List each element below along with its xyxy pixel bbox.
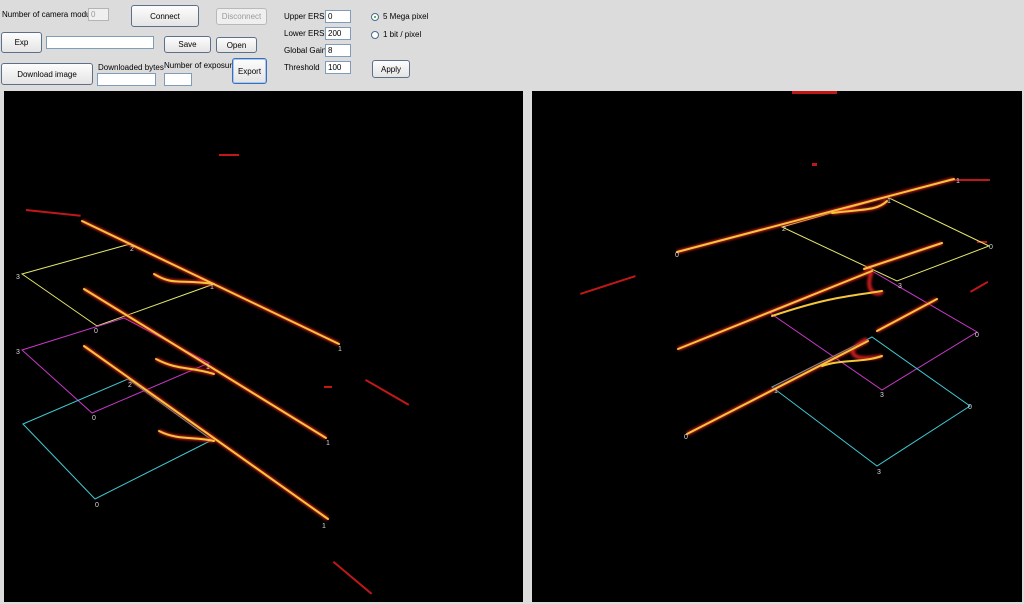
downloaded-bytes-label: Downloaded bytes <box>98 63 164 72</box>
mode-5mp-label[interactable]: 5 Mega pixel <box>383 12 428 22</box>
right-cyan-corner-label: 0 <box>968 404 972 411</box>
apply-button[interactable]: Apply <box>372 60 410 78</box>
right-cyan-corner-label: 3 <box>877 469 881 476</box>
left-line-end-label: 1 <box>338 346 342 353</box>
right-laser-line <box>677 270 873 350</box>
noise-speck <box>580 275 636 295</box>
lower-ers-label: Lower ERS <box>284 29 325 38</box>
left-cyan-corner-label: 2 <box>128 382 132 389</box>
left-line-end-label: 1 <box>322 523 326 530</box>
number-of-exposures-field[interactable] <box>164 73 192 86</box>
left-line-end-label: 1 <box>326 440 330 447</box>
global-gain-label: Global Gain <box>284 46 327 55</box>
left-magenta-corner-label: 0 <box>92 415 96 422</box>
right-yellow-corner-label: 3 <box>898 283 902 290</box>
download-image-button[interactable]: Download image <box>1 63 93 85</box>
connect-button[interactable]: Connect <box>131 5 199 27</box>
left-laser-line <box>81 220 340 345</box>
mode-1bit-label[interactable]: 1 bit / pixel <box>383 30 421 40</box>
right-line-end-label: 0 <box>675 252 679 259</box>
mode-5mp-radio[interactable] <box>371 13 379 21</box>
noise-speck <box>332 561 373 595</box>
right-magenta-corner-label: 3 <box>880 392 884 399</box>
exp-button[interactable]: Exp <box>1 32 42 53</box>
right-cyan-corner-label: 1 <box>774 388 778 395</box>
upper-ers-label: Upper ERS <box>284 12 325 21</box>
open-button[interactable]: Open <box>216 37 257 53</box>
left-yellow-frame <box>20 243 216 327</box>
noise-speck <box>25 209 81 217</box>
right-line-end-label: 1 <box>956 178 960 185</box>
right-magenta-corner-label: 0 <box>975 332 979 339</box>
left-yellow-corner-label: 1 <box>210 284 214 291</box>
upper-ers-field[interactable] <box>325 10 351 23</box>
number-of-exposures-label: Number of exposures <box>164 61 241 70</box>
exp-field[interactable] <box>46 36 154 49</box>
left-cyan-corner-label: 0 <box>95 502 99 509</box>
right-line-end-label: 0 <box>684 434 688 441</box>
save-button[interactable]: Save <box>164 36 211 53</box>
noise-speck <box>365 379 410 406</box>
noise-speck <box>324 386 332 388</box>
left-laser-line <box>83 288 327 439</box>
right-yellow-corner-label: 2 <box>782 226 786 233</box>
mode-1bit-radio[interactable] <box>371 31 379 39</box>
global-gain-field[interactable] <box>325 44 351 57</box>
left-yellow-corner-label: 0 <box>94 328 98 335</box>
left-magenta-corner-label: 3 <box>16 349 20 356</box>
left-magenta-corner-label: 1 <box>206 364 210 371</box>
threshold-field[interactable] <box>325 61 351 74</box>
right-yellow-corner-label: 1 <box>887 198 891 205</box>
disconnect-button[interactable]: Disconnect <box>216 8 267 25</box>
threshold-label: Threshold <box>284 63 320 72</box>
right-yellow-frame <box>780 196 991 282</box>
right-laser-segment <box>863 242 943 270</box>
left-yellow-corner-label: 3 <box>16 274 20 281</box>
right-noise-specks <box>580 91 990 295</box>
lower-ers-field[interactable] <box>325 27 351 40</box>
left-camera-view: 3 2 1 0 3 1 0 2 0 1 1 1 <box>4 91 523 602</box>
right-laser-segment <box>876 298 938 332</box>
export-button[interactable]: Export <box>232 58 267 84</box>
downloaded-bytes-field[interactable] <box>97 73 156 86</box>
right-camera-view: 1 2 0 3 0 3 1 0 3 0 1 0 <box>532 91 1022 602</box>
left-view-canvas: 3 2 1 0 3 1 0 2 0 1 1 1 <box>16 154 410 595</box>
camera-module-label: Number of camera module: <box>2 10 99 19</box>
noise-speck <box>219 154 239 156</box>
right-yellow-corner-label: 0 <box>989 244 993 251</box>
noise-speck <box>970 281 989 293</box>
noise-speck <box>812 163 817 166</box>
camera-module-field[interactable] <box>88 8 109 21</box>
left-yellow-corner-label: 2 <box>130 246 134 253</box>
right-laser-line <box>676 178 955 253</box>
right-view-canvas: 1 2 0 3 0 3 1 0 3 0 1 0 <box>580 91 993 476</box>
noise-speck <box>792 91 837 94</box>
